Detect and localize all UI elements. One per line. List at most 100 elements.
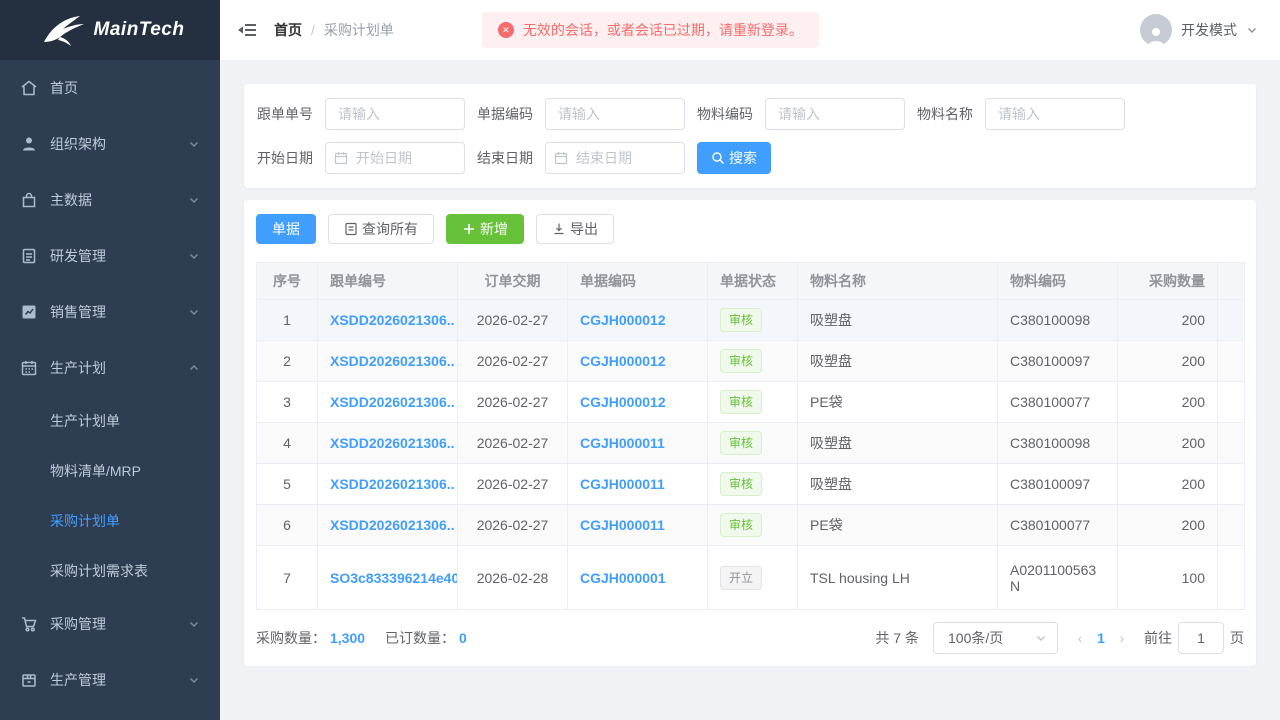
- cell-seq: 3: [256, 381, 318, 423]
- sidebar-item-purchase-plan-demand[interactable]: 采购计划需求表: [0, 546, 220, 596]
- sidebar-item-production-plan[interactable]: 生产计划: [0, 340, 220, 396]
- end-date-input[interactable]: [545, 142, 685, 174]
- material-code-input[interactable]: [765, 98, 905, 130]
- sidebar-fold-icon[interactable]: [238, 21, 258, 39]
- sidebar-item-sales-management[interactable]: 销售管理: [0, 284, 220, 340]
- track-no-link[interactable]: XSDD2026021306..: [330, 435, 455, 451]
- cell-extra: [1217, 381, 1245, 423]
- cell-material-code: A0201100563N: [997, 545, 1118, 610]
- column-delivery-date: 订单交期: [457, 262, 568, 300]
- user-menu[interactable]: 开发模式: [1140, 14, 1258, 46]
- material-name-label: 物料名称: [917, 106, 973, 122]
- doc-no-link[interactable]: CGJH000011: [580, 435, 665, 451]
- avatar: [1140, 14, 1172, 46]
- sidebar-item-organization[interactable]: 组织架构: [0, 116, 220, 172]
- doc-no-link[interactable]: CGJH000012: [580, 312, 666, 328]
- doc-no-link[interactable]: CGJH000012: [580, 353, 666, 369]
- cell-seq: 4: [256, 422, 318, 464]
- submenu-item-label: 生产计划单: [50, 413, 120, 429]
- status-badge: 审核: [720, 349, 763, 373]
- sidebar-item-label: 生产管理: [50, 672, 106, 688]
- sidebar-item-production-management[interactable]: 生产管理: [0, 652, 220, 708]
- material-code-label: 物料编码: [697, 106, 753, 122]
- sidebar-item-label: 组织架构: [50, 136, 106, 152]
- cell-material-name: PE袋: [797, 381, 998, 423]
- pagination: 共 7 条 100条/页 ‹ 1 › 前往 1 页: [875, 622, 1244, 654]
- add-button[interactable]: 新增: [446, 214, 524, 244]
- logo-swoosh-icon: [43, 16, 84, 46]
- track-no-link[interactable]: XSDD2026021306..: [330, 353, 455, 369]
- doc-code-input[interactable]: [545, 98, 685, 130]
- chevron-down-icon: [1037, 636, 1045, 641]
- cell-extra: [1217, 463, 1245, 505]
- sidebar-item-bom-mrp[interactable]: 物料清单/MRP: [0, 446, 220, 496]
- sidebar-item-label: 研发管理: [50, 248, 106, 264]
- page-suffix: 页: [1230, 630, 1244, 646]
- ordered-qty-label: 已订数量：: [385, 630, 456, 646]
- table-row: 3 XSDD2026021306.. 2026-02-27 CGJH000012…: [256, 381, 1245, 423]
- chevron-down-icon: [190, 198, 198, 203]
- query-all-button[interactable]: 查询所有: [328, 214, 434, 244]
- submenu-item-label: 采购计划需求表: [50, 563, 148, 579]
- column-material-name: 物料名称: [797, 262, 998, 300]
- goto-page-input[interactable]: [1178, 622, 1224, 654]
- search-button[interactable]: 搜索: [697, 142, 771, 174]
- chevron-down-icon: [190, 142, 198, 147]
- doc-no-link[interactable]: CGJH000001: [580, 570, 666, 586]
- sidebar-item-production-plan-order[interactable]: 生产计划单: [0, 396, 220, 446]
- doc-no-link[interactable]: CGJH000011: [580, 476, 665, 492]
- sidebar-item-label: 首页: [50, 80, 78, 96]
- status-badge: 开立: [720, 565, 763, 590]
- status-badge: 审核: [720, 472, 763, 496]
- cart-icon: [22, 617, 37, 632]
- material-name-input[interactable]: [985, 98, 1125, 130]
- track-no-link[interactable]: XSDD2026021306..: [330, 476, 455, 492]
- sidebar-item-purchase-plan-order[interactable]: 采购计划单: [0, 496, 220, 546]
- chevron-down-icon: [1248, 28, 1256, 33]
- calendar-icon: [21, 361, 37, 376]
- table-row: 5 XSDD2026021306.. 2026-02-27 CGJH000011…: [256, 463, 1245, 505]
- track-no-link[interactable]: SO3c833396214e40: [330, 570, 457, 586]
- sidebar-item-home[interactable]: 首页: [0, 60, 220, 116]
- toolbar: 单据 查询所有 新增 导出: [256, 214, 1244, 244]
- export-button[interactable]: 导出: [536, 214, 614, 244]
- cell-delivery-date: 2026-02-27: [457, 340, 568, 382]
- track-no-link[interactable]: XSDD2026021306..: [330, 312, 455, 328]
- sidebar-item-label: 采购管理: [50, 616, 106, 632]
- doc-no-link[interactable]: CGJH000011: [580, 517, 665, 533]
- bill-button[interactable]: 单据: [256, 214, 316, 244]
- page-content: 跟单单号 单据编码 物料编码 物料名称: [220, 60, 1280, 666]
- next-page-icon[interactable]: ›: [1114, 630, 1130, 646]
- bag-icon: [22, 192, 36, 208]
- sidebar-item-master-data[interactable]: 主数据: [0, 172, 220, 228]
- cell-extra: [1217, 545, 1245, 610]
- logo-text: MainTech: [93, 19, 185, 40]
- breadcrumb-home[interactable]: 首页: [274, 20, 302, 40]
- sidebar-item-rd-management[interactable]: 研发管理: [0, 228, 220, 284]
- track-no-link[interactable]: XSDD2026021306..: [330, 394, 455, 410]
- column-status: 单据状态: [707, 262, 798, 300]
- cell-qty: 200: [1117, 299, 1218, 341]
- cell-material-name: TSL housing LH: [797, 545, 998, 610]
- status-badge: 审核: [720, 513, 763, 537]
- prev-page-icon[interactable]: ‹: [1072, 630, 1088, 646]
- user-mode-label: 开发模式: [1181, 22, 1237, 38]
- doc-no-link[interactable]: CGJH000012: [580, 394, 666, 410]
- cell-delivery-date: 2026-02-27: [457, 381, 568, 423]
- search-form-card: 跟单单号 单据编码 物料编码 物料名称: [244, 84, 1256, 188]
- cell-delivery-date: 2026-02-27: [457, 299, 568, 341]
- sidebar-item-purchase-management[interactable]: 采购管理: [0, 596, 220, 652]
- chevron-up-icon: [190, 365, 198, 370]
- sidebar-menu: 首页 组织架构 主数据 研发管理 销售管理 生产计划 生产计划单 物料清单/MR…: [0, 60, 220, 708]
- download-icon: [554, 223, 564, 235]
- cell-extra: [1217, 422, 1245, 464]
- start-date-input[interactable]: [325, 142, 465, 174]
- box-icon: [22, 674, 36, 687]
- current-page[interactable]: 1: [1094, 630, 1108, 646]
- plus-icon: [464, 224, 474, 234]
- page-size-select[interactable]: 100条/页: [933, 622, 1058, 654]
- cell-seq: 1: [256, 299, 318, 341]
- logo: MainTech: [0, 0, 220, 60]
- track-no-input[interactable]: [325, 98, 465, 130]
- track-no-link[interactable]: XSDD2026021306..: [330, 517, 455, 533]
